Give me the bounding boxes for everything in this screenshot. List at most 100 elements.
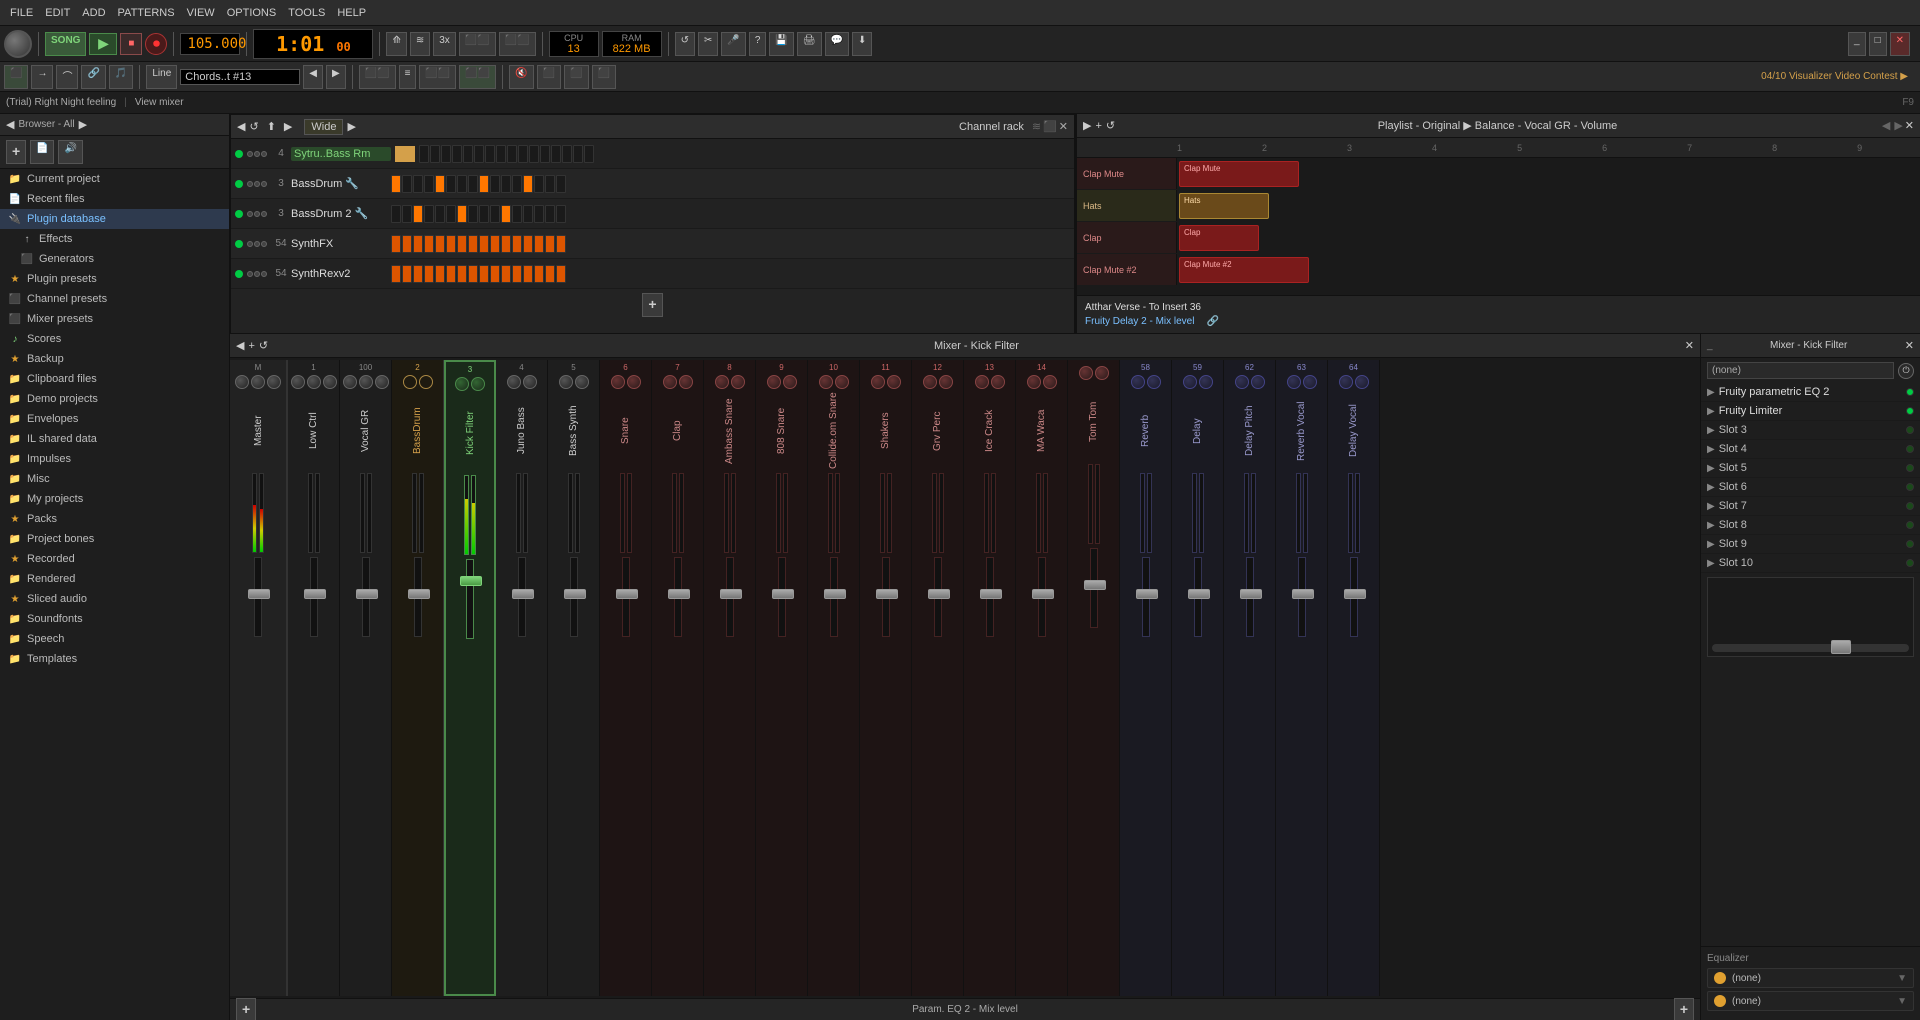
ch-knob[interactable] [343, 375, 357, 389]
sidebar-item-my-projects[interactable]: 📁 My projects [0, 489, 229, 509]
ch-knob[interactable] [403, 375, 417, 389]
record-btn[interactable]: ⏺ [145, 33, 167, 55]
pattern-block[interactable]: Clap Mute #2 [1179, 257, 1309, 283]
ch-name[interactable]: Bass Synth [568, 391, 579, 471]
slot-led[interactable] [1906, 559, 1914, 567]
step[interactable] [435, 235, 445, 253]
pattern-block[interactable]: Hats [1179, 193, 1269, 219]
fader-handle[interactable] [980, 589, 1002, 599]
fader-track[interactable] [1246, 557, 1254, 637]
playlist-close[interactable]: ✕ [1905, 119, 1914, 132]
step[interactable] [501, 205, 511, 223]
ch-knob[interactable] [679, 375, 693, 389]
step[interactable] [391, 265, 401, 283]
fader-handle[interactable] [1292, 589, 1314, 599]
ch-name[interactable]: 808 Snare [776, 391, 787, 471]
misc-btn[interactable]: ⬛ [592, 65, 616, 89]
step[interactable] [523, 175, 533, 193]
plugin-dropdown[interactable]: (none) [1707, 362, 1894, 379]
step[interactable] [479, 265, 489, 283]
step[interactable] [457, 265, 467, 283]
step[interactable] [485, 145, 495, 163]
step[interactable] [402, 265, 412, 283]
eq-slot-2[interactable]: (none) ▼ [1707, 991, 1914, 1011]
ch-knob[interactable] [1235, 375, 1249, 389]
sidebar-item-backup[interactable]: ★ Backup [0, 349, 229, 369]
close-btn[interactable]: ✕ [1890, 32, 1910, 56]
ch-knob[interactable] [307, 375, 321, 389]
step[interactable] [463, 145, 473, 163]
slot-led[interactable] [1906, 407, 1914, 415]
ch-name[interactable]: Grv Perc [932, 391, 943, 471]
fader-track[interactable] [882, 557, 890, 637]
ch-name[interactable]: Delay Pitch [1244, 391, 1255, 471]
step[interactable] [435, 205, 445, 223]
step[interactable] [424, 175, 434, 193]
toolbar-save2[interactable]: 🖨 [797, 32, 822, 56]
fader-handle[interactable] [408, 589, 430, 599]
fader-handle[interactable] [356, 589, 378, 599]
ch-knob-mini[interactable] [254, 241, 260, 247]
step[interactable] [523, 235, 533, 253]
toolbar-icon-3[interactable]: 3x [433, 32, 456, 56]
menu-help[interactable]: HELP [331, 5, 372, 21]
channel-rack-close[interactable]: ✕ [1059, 120, 1068, 133]
ch-knob[interactable] [1199, 375, 1213, 389]
mixer-nav[interactable]: + [248, 340, 254, 352]
step[interactable] [545, 175, 555, 193]
fader-track[interactable] [986, 557, 994, 637]
ch-knob-mini[interactable] [261, 151, 267, 157]
sidebar-item-effects[interactable]: ↑ Effects [0, 229, 229, 249]
ch-knob-mini[interactable] [254, 151, 260, 157]
sidebar-item-plugin-presets[interactable]: ★ Plugin presets [0, 269, 229, 289]
line-mode-btn[interactable]: Line [146, 65, 177, 89]
step[interactable] [556, 235, 566, 253]
ch-knob[interactable] [1147, 375, 1161, 389]
fader-track[interactable] [1038, 557, 1046, 637]
channel-led[interactable] [235, 240, 243, 248]
sidebar-item-clipboard[interactable]: 📁 Clipboard files [0, 369, 229, 389]
ch-knob-mini[interactable] [261, 211, 267, 217]
ch-knob[interactable] [1183, 375, 1197, 389]
step[interactable] [534, 175, 544, 193]
plugin-slot-8[interactable]: ▶ Slot 8 [1701, 516, 1920, 535]
ch-knob[interactable] [1303, 375, 1317, 389]
ch-name[interactable]: Reverb [1140, 391, 1151, 471]
step[interactable] [523, 265, 533, 283]
menu-edit[interactable]: EDIT [39, 5, 76, 21]
sidebar-item-envelopes[interactable]: 📁 Envelopes [0, 409, 229, 429]
ch-knob[interactable] [419, 375, 433, 389]
step[interactable] [490, 175, 500, 193]
ch-name[interactable]: Ice Crack [984, 391, 995, 471]
step[interactable] [479, 235, 489, 253]
ch-knob[interactable] [1079, 366, 1093, 380]
ch-knob[interactable] [627, 375, 641, 389]
step[interactable] [435, 265, 445, 283]
ch-knob[interactable] [455, 377, 469, 391]
fader-track[interactable] [1090, 548, 1098, 628]
step[interactable] [413, 265, 423, 283]
ch-name[interactable]: MA Waca [1036, 391, 1047, 471]
stop-btn[interactable]: ■ [120, 33, 142, 55]
sidebar-item-sliced-audio[interactable]: ★ Sliced audio [0, 589, 229, 609]
step[interactable] [457, 175, 467, 193]
step[interactable] [512, 235, 522, 253]
sidebar-item-channel-presets[interactable]: ⬛ Channel presets [0, 289, 229, 309]
step[interactable] [496, 145, 506, 163]
step[interactable] [457, 235, 467, 253]
menu-file[interactable]: FILE [4, 5, 39, 21]
fader-handle[interactable] [564, 589, 586, 599]
ch-knob[interactable] [1355, 375, 1369, 389]
ch-knob-mini[interactable] [254, 181, 260, 187]
step[interactable] [391, 175, 401, 193]
step[interactable] [446, 265, 456, 283]
undo-btn[interactable]: ↺ [1106, 119, 1115, 132]
pattern-block[interactable]: Clap [1179, 225, 1259, 251]
step[interactable] [446, 205, 456, 223]
step[interactable] [540, 145, 550, 163]
fader-handle[interactable] [1188, 589, 1210, 599]
ch-knob[interactable] [1027, 375, 1041, 389]
fader-handle[interactable] [304, 589, 326, 599]
ch-name[interactable]: Delay [1192, 391, 1203, 471]
sidebar-item-speech[interactable]: 📁 Speech [0, 629, 229, 649]
